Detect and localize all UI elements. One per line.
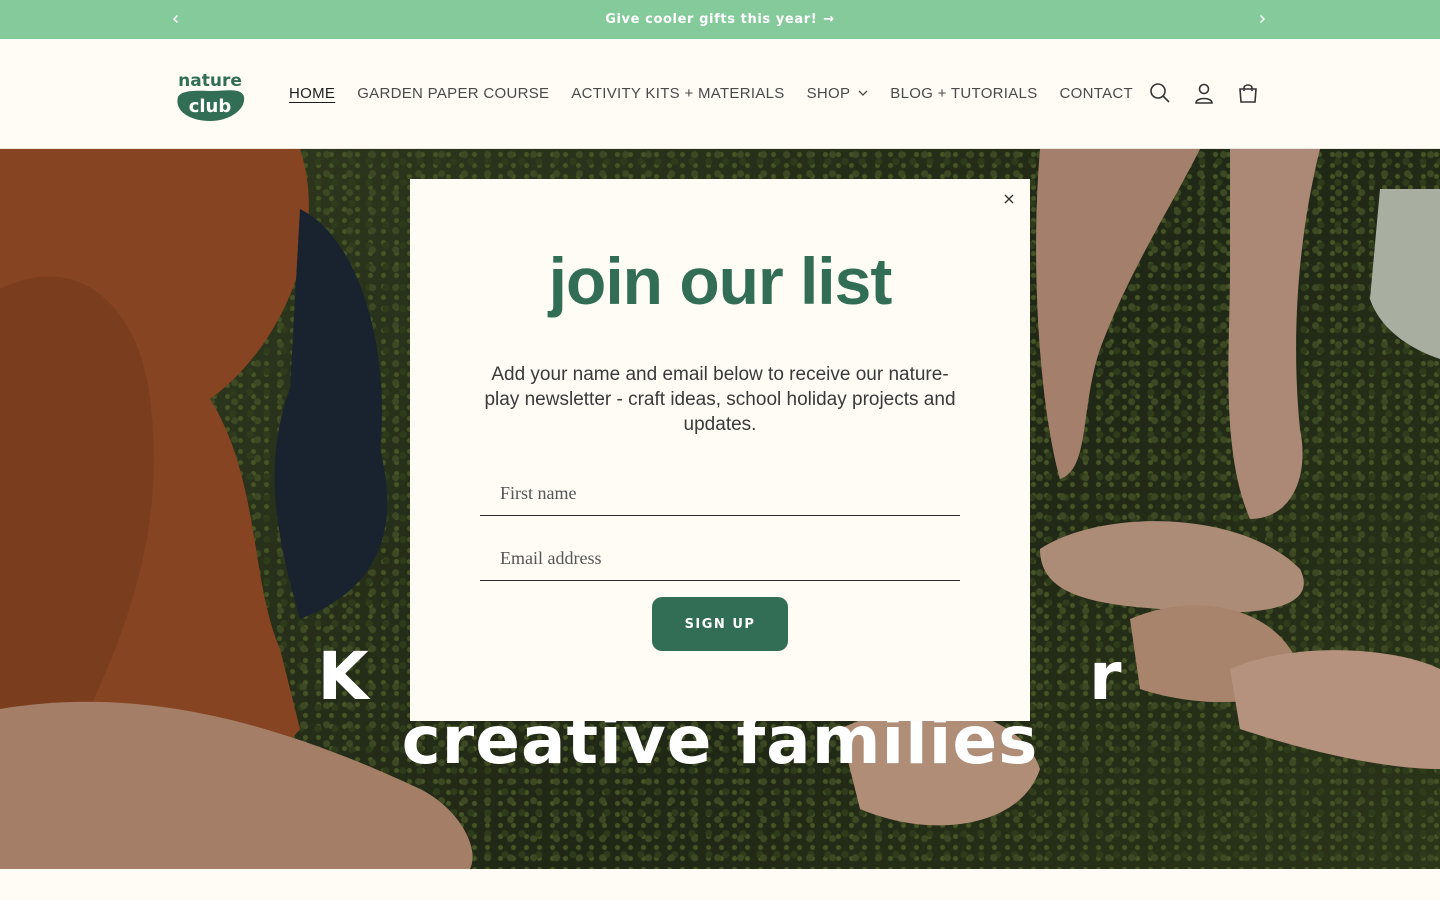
close-icon [1004, 194, 1014, 204]
header-icons [1148, 79, 1260, 107]
page-section-below-hero [0, 869, 1440, 900]
popup-description: Add your name and email below to receive… [484, 364, 956, 435]
nav-label: BLOG + TUTORIALS [890, 84, 1038, 102]
nav-label: CONTACT [1059, 84, 1133, 102]
announcement-prev-button[interactable] [166, 9, 186, 29]
sign-up-button[interactable]: SIGN UP [652, 597, 788, 651]
account-button[interactable] [1192, 79, 1216, 107]
nav-label: ACTIVITY KITS + MATERIALS [571, 84, 785, 102]
chevron-left-icon [173, 15, 178, 23]
main-nav: HOME GARDEN PAPER COURSE ACTIVITY KITS +… [278, 81, 1144, 105]
chevron-right-icon [1260, 15, 1265, 23]
nature-club-logo[interactable]: nature club [172, 69, 248, 123]
announcement-link[interactable]: Give cooler gifts this year! → [605, 12, 835, 27]
announcement-text: Give cooler gifts this year! [605, 12, 818, 27]
site-header: nature club HOME GARDEN PAPER COURSE ACT… [0, 39, 1440, 149]
nav-label: SHOP [806, 84, 851, 102]
nav-item-contact[interactable]: CONTACT [1049, 81, 1144, 105]
close-popup-button[interactable] [998, 188, 1020, 210]
logo-word-top: nature [178, 71, 242, 91]
nav-item-blog-tutorials[interactable]: BLOG + TUTORIALS [879, 81, 1048, 105]
nav-item-garden-paper-course[interactable]: GARDEN PAPER COURSE [346, 81, 560, 105]
account-icon [1195, 83, 1213, 104]
newsletter-popup: join our list Add your name and email be… [410, 179, 1030, 721]
chevron-down-icon [858, 90, 868, 96]
arrow-right-icon: → [823, 12, 835, 27]
nav-label: GARDEN PAPER COURSE [357, 84, 550, 102]
logo-word-bottom: club [189, 96, 232, 117]
search-button[interactable] [1148, 79, 1172, 107]
nav-item-shop[interactable]: SHOP [796, 81, 880, 105]
nav-item-home[interactable]: HOME [278, 81, 346, 105]
announcement-bar: Give cooler gifts this year! → [0, 0, 1440, 39]
first-name-input[interactable] [480, 472, 960, 516]
nav-label: HOME [289, 84, 336, 102]
nav-item-activity-kits[interactable]: ACTIVITY KITS + MATERIALS [560, 81, 795, 105]
search-icon [1150, 83, 1170, 103]
announcement-next-button[interactable] [1252, 9, 1272, 29]
cart-button[interactable] [1236, 79, 1260, 107]
email-input[interactable] [480, 537, 960, 581]
popup-title: join our list [548, 244, 893, 318]
cart-icon [1239, 84, 1257, 103]
